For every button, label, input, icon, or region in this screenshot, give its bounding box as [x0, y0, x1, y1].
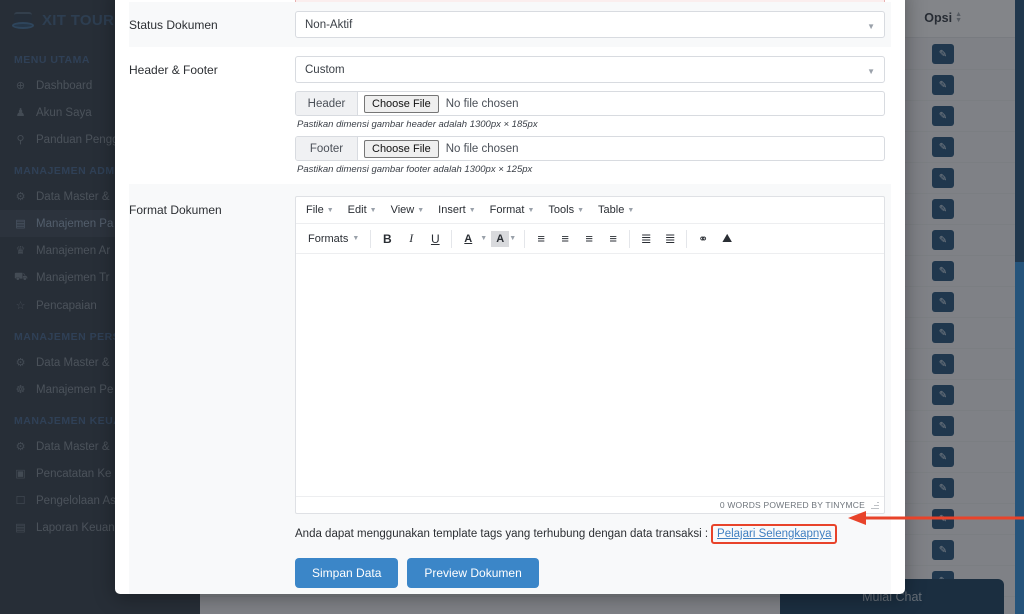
chevron-down-icon: ▼	[326, 206, 334, 214]
align-center-icon[interactable]: ≡	[553, 228, 577, 250]
learn-more-link[interactable]: Pelajari Selengkapnya	[711, 524, 838, 544]
tinymce-toolbar: Formats ▼ B I U A ▼ A ▼ ≡ ≡ ≡ ≡ ≣ ≣ ⚭ ⛰	[296, 224, 884, 254]
menu-label: Format	[489, 204, 525, 216]
chevron-down-icon: ▼	[867, 67, 875, 76]
text-color-icon[interactable]: A	[456, 228, 480, 250]
header-file-input[interactable]: Choose File No file chosen	[358, 92, 884, 115]
toolbar-separator	[524, 229, 526, 248]
menu-edit[interactable]: Edit ▼	[342, 201, 383, 219]
menu-format[interactable]: Format ▼	[484, 201, 541, 219]
tinymce-statusbar: 0 WORDS POWERED BY TINYMCE	[296, 496, 884, 513]
align-left-icon[interactable]: ≡	[529, 228, 553, 250]
save-button[interactable]: Simpan Data	[295, 558, 399, 588]
header-upload-addon: Header	[296, 92, 358, 115]
toolbar-separator	[629, 229, 631, 248]
image-icon[interactable]: ⛰	[715, 228, 739, 250]
menu-label: File	[306, 204, 324, 216]
template-tags-note: Anda dapat menggunakan template tags yan…	[295, 514, 885, 544]
tinymce-word-count: 0 WORDS POWERED BY TINYMCE	[719, 500, 865, 510]
menu-label: Insert	[438, 204, 466, 216]
footer-file-input[interactable]: Choose File No file chosen	[358, 137, 884, 160]
bold-icon[interactable]: B	[375, 228, 399, 250]
chevron-down-icon: ▼	[577, 206, 585, 214]
form-row-header-footer: Header & Footer Custom ▼ Header Choose F…	[129, 47, 891, 184]
select-header-footer-value: Custom	[305, 63, 345, 76]
footer-dimension-hint: Pastikan dimensi gambar footer adalah 13…	[297, 164, 533, 175]
document-format-modal: Status Dokumen Non-Aktif ▼ Header & Foot…	[115, 0, 905, 594]
chevron-down-icon[interactable]: ▼	[480, 235, 487, 242]
menu-tools[interactable]: Tools ▼	[542, 201, 590, 219]
footer-upload-group: Footer Choose File No file chosen	[295, 136, 885, 161]
chevron-down-icon: ▼	[369, 206, 377, 214]
tinymce-editor: File ▼ Edit ▼ View ▼ Insert ▼ Format ▼ Tools ▼ Table…	[295, 196, 885, 514]
menu-insert[interactable]: Insert ▼	[432, 201, 481, 219]
modal-action-buttons: Simpan Data Preview Dokumen	[295, 544, 885, 588]
label-status-dokumen: Status Dokumen	[129, 18, 218, 32]
menu-file[interactable]: File ▼	[300, 201, 340, 219]
label-format-dokumen: Format Dokumen	[129, 203, 222, 217]
align-justify-icon[interactable]: ≡	[601, 228, 625, 250]
header-file-name: No file chosen	[445, 97, 519, 110]
toolbar-separator	[686, 229, 688, 248]
tinymce-content-area[interactable]	[296, 254, 884, 496]
menu-table[interactable]: Table ▼	[592, 201, 640, 219]
form-row-format-dokumen: Format Dokumen File ▼ Edit ▼ View ▼ Insert ▼ For…	[129, 184, 891, 594]
header-dimension-hint: Pastikan dimensi gambar header adalah 13…	[297, 119, 538, 130]
header-upload-group: Header Choose File No file chosen	[295, 91, 885, 116]
chevron-down-icon: ▼	[867, 22, 875, 31]
menu-view[interactable]: View ▼	[385, 201, 431, 219]
formats-label: Formats	[308, 232, 349, 245]
background-color-icon[interactable]: A	[491, 230, 510, 247]
underline-icon[interactable]: U	[423, 228, 447, 250]
chevron-down-icon: ▼	[527, 206, 535, 214]
tinymce-menubar: File ▼ Edit ▼ View ▼ Insert ▼ Format ▼ Tools ▼ Table…	[296, 197, 884, 224]
footer-file-name: No file chosen	[445, 142, 519, 155]
footer-upload-addon: Footer	[296, 137, 358, 160]
chevron-down-icon: ▼	[417, 206, 425, 214]
annotation-arrow	[848, 511, 1024, 525]
chevron-down-icon: ▼	[352, 235, 360, 242]
chevron-down-icon: ▼	[627, 206, 635, 214]
menu-label: Edit	[347, 204, 367, 216]
select-status-dokumen-value: Non-Aktif	[305, 18, 353, 31]
toolbar-separator	[370, 229, 372, 248]
bullet-list-icon[interactable]: ≣	[658, 228, 682, 250]
align-right-icon[interactable]: ≡	[577, 228, 601, 250]
italic-icon[interactable]: I	[399, 228, 423, 250]
label-header-footer: Header & Footer	[129, 63, 218, 77]
header-choose-file-button[interactable]: Choose File	[364, 94, 439, 113]
numbered-list-icon[interactable]: ≣	[634, 228, 658, 250]
menu-label: Table	[598, 204, 625, 216]
menu-label: Tools	[548, 204, 575, 216]
resize-handle-icon[interactable]	[871, 501, 879, 509]
form-row-status: Status Dokumen Non-Aktif ▼	[129, 2, 891, 47]
footer-choose-file-button[interactable]: Choose File	[364, 139, 439, 158]
template-tags-text: Anda dapat menggunakan template tags yan…	[295, 528, 709, 540]
formats-dropdown[interactable]: Formats ▼	[301, 228, 366, 250]
preview-document-button[interactable]: Preview Dokumen	[407, 558, 539, 588]
chevron-down-icon[interactable]: ▼	[509, 235, 516, 242]
toolbar-separator	[451, 229, 453, 248]
link-icon[interactable]: ⚭	[691, 228, 715, 250]
menu-label: View	[390, 204, 415, 216]
select-header-footer[interactable]: Custom ▼	[295, 56, 885, 83]
chevron-down-icon: ▼	[468, 206, 476, 214]
select-status-dokumen[interactable]: Non-Aktif ▼	[295, 11, 885, 38]
